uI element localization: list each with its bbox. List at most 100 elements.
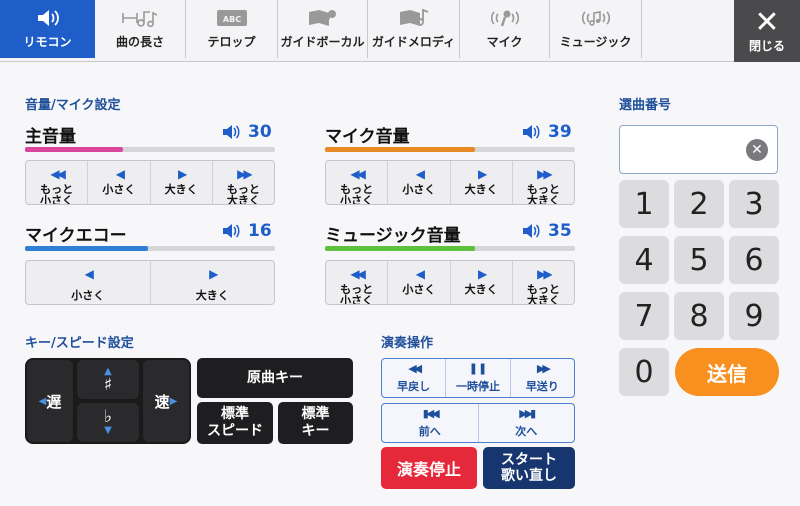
skip-back-icon: ▮◀◀ xyxy=(422,407,440,420)
numkey-6[interactable]: 6 xyxy=(729,236,779,284)
song-number-title: 選曲番号 xyxy=(619,98,672,113)
speaker-icon xyxy=(523,224,540,238)
left-arrow-icon: ◀ xyxy=(38,395,47,407)
mic-echo-down-button[interactable]: ◀ 小さく xyxy=(26,261,151,304)
guide-vocal-icon xyxy=(307,7,339,29)
double-right-arrow-icon: ▶▶ xyxy=(237,167,253,181)
mic-volume-value: 39 xyxy=(548,122,572,142)
rewind-button[interactable]: ◀◀ 早戻し xyxy=(382,359,447,397)
left-arrow-icon: ◀ xyxy=(84,267,94,281)
tab-remocon[interactable]: リモコン xyxy=(0,0,95,58)
tab-guide-vocal[interactable]: ガイドボーカル xyxy=(278,0,368,58)
pause-button[interactable]: ❚❚ 一時停止 xyxy=(446,359,511,397)
standard-key-button[interactable]: 標準 キー xyxy=(278,402,353,444)
music-volume-up-button[interactable]: ▶ 大きく xyxy=(451,261,513,304)
tab-music[interactable]: ミュージック xyxy=(550,0,642,58)
tab-guide-melody[interactable]: ガイドメロディ xyxy=(368,0,460,58)
left-arrow-icon: ◀ xyxy=(415,267,425,281)
mic-volume-value-wrap: 39 xyxy=(522,122,572,142)
numkey-3[interactable]: 3 xyxy=(729,180,779,228)
close-button[interactable]: ✕ 閉じる xyxy=(734,0,800,62)
send-button[interactable]: 送信 xyxy=(675,348,779,396)
music-volume-fill xyxy=(325,246,475,251)
telop-icon: ABC xyxy=(215,7,249,29)
fast-forward-button[interactable]: ▶▶ 早送り xyxy=(511,359,574,397)
slow-button[interactable]: ◀ 遅 xyxy=(27,360,73,442)
double-left-arrow-icon: ◀◀ xyxy=(350,167,366,181)
music-icon xyxy=(579,7,613,29)
numkey-1[interactable]: 1 xyxy=(619,180,669,228)
top-tab-bar: リモコン 曲の長さ ABC テロップ ガイドボーカル ガイドメロディ マイク ミ… xyxy=(0,0,800,62)
mic-volume-label: マイク音量 xyxy=(325,127,410,147)
music-volume-more-up-button[interactable]: ▶▶ もっと 大きく xyxy=(513,261,574,304)
volume-section-title: 音量/マイク設定 xyxy=(25,98,121,113)
next-button[interactable]: ▶▶▮ 次へ xyxy=(479,404,575,442)
mic-volume-up-button[interactable]: ▶ 大きく xyxy=(451,161,513,204)
stop-performance-button[interactable]: 演奏停止 xyxy=(381,447,477,489)
mic-echo-label: マイクエコー xyxy=(25,226,127,246)
numkey-5[interactable]: 5 xyxy=(674,236,724,284)
main-volume-buttons: ◀◀ もっと 小さく ◀ 小さく ▶ 大きく ▶▶ もっと 大きく xyxy=(25,160,275,205)
song-number-input[interactable]: ✕ xyxy=(619,125,778,174)
numkey-8[interactable]: 8 xyxy=(674,292,724,340)
svg-text:ABC: ABC xyxy=(222,15,240,24)
mic-echo-bar xyxy=(25,246,275,251)
track-nav-buttons: ▮◀◀ 前へ ▶▶▮ 次へ xyxy=(381,403,575,443)
key-flat-button[interactable]: ♭ ▼ xyxy=(77,403,139,442)
mic-volume-down-button[interactable]: ◀ 小さく xyxy=(388,161,451,204)
previous-button[interactable]: ▮◀◀ 前へ xyxy=(382,404,479,442)
right-arrow-icon: ▶ xyxy=(209,267,218,281)
transport-buttons: ◀◀ 早戻し ❚❚ 一時停止 ▶▶ 早送り xyxy=(381,358,575,398)
original-key-button[interactable]: 原曲キー xyxy=(197,358,353,398)
numkey-0[interactable]: 0 xyxy=(619,348,669,396)
note-length-icon xyxy=(120,7,160,29)
skip-forward-icon: ▶▶▮ xyxy=(519,407,536,420)
main-volume-down-button[interactable]: ◀ 小さく xyxy=(88,161,151,204)
main-volume-label: 主音量 xyxy=(25,127,76,147)
main-volume-more-up-button[interactable]: ▶▶ もっと 大きく xyxy=(213,161,274,204)
music-volume-value: 35 xyxy=(548,221,572,241)
main-volume-more-down-button[interactable]: ◀◀ もっと 小さく xyxy=(26,161,89,204)
tab-song-length[interactable]: 曲の長さ xyxy=(95,0,186,58)
mic-volume-fill xyxy=(325,147,475,152)
key-sharp-button[interactable]: ▲ ♯ xyxy=(77,360,139,399)
music-volume-value-wrap: 35 xyxy=(522,221,572,241)
guide-melody-icon xyxy=(398,7,430,29)
music-volume-down-button[interactable]: ◀ 小さく xyxy=(388,261,451,304)
fast-forward-icon: ▶▶ xyxy=(536,362,551,375)
restart-song-button[interactable]: スタート 歌い直し xyxy=(483,447,575,489)
numkey-2[interactable]: 2 xyxy=(674,180,724,228)
mic-volume-more-down-button[interactable]: ◀◀ もっと 小さく xyxy=(326,161,389,204)
numkey-4[interactable]: 4 xyxy=(619,236,669,284)
main-volume-value-wrap: 30 xyxy=(222,122,272,142)
mic-echo-buttons: ◀ 小さく ▶ 大きく xyxy=(25,260,275,305)
music-volume-bar xyxy=(325,246,575,251)
right-arrow-icon: ▶ xyxy=(478,167,487,181)
mic-echo-up-button[interactable]: ▶ 大きく xyxy=(151,261,275,304)
double-left-arrow-icon: ◀◀ xyxy=(350,267,366,281)
standard-speed-button[interactable]: 標準 スピード xyxy=(197,402,273,444)
rewind-icon: ◀◀ xyxy=(408,362,422,375)
numkey-7[interactable]: 7 xyxy=(619,292,669,340)
main-volume-value: 30 xyxy=(248,122,272,142)
numkey-9[interactable]: 9 xyxy=(729,292,779,340)
main-volume-up-button[interactable]: ▶ 大きく xyxy=(151,161,213,204)
fast-button[interactable]: 速 ▶ xyxy=(143,360,189,442)
left-arrow-icon: ◀ xyxy=(415,167,425,181)
mic-volume-more-up-button[interactable]: ▶▶ もっと 大きく xyxy=(513,161,574,204)
music-volume-more-down-button[interactable]: ◀◀ もっと 小さく xyxy=(326,261,389,304)
double-left-arrow-icon: ◀◀ xyxy=(50,167,66,181)
close-icon: ✕ xyxy=(754,4,780,40)
main-volume-bar xyxy=(25,147,275,152)
speaker-icon xyxy=(223,125,240,139)
key-speed-section-title: キー/スピード設定 xyxy=(25,336,134,351)
right-arrow-icon: ▶ xyxy=(178,167,187,181)
tab-mic[interactable]: マイク xyxy=(460,0,550,58)
key-speed-pad: ◀ 遅 ▲ ♯ ♭ ▼ 速 ▶ xyxy=(25,358,191,444)
double-right-arrow-icon: ▶▶ xyxy=(537,167,553,181)
mic-volume-buttons: ◀◀ もっと 小さく ◀ 小さく ▶ 大きく ▶▶ もっと 大きく xyxy=(325,160,575,205)
speaker-icon xyxy=(523,125,540,139)
tab-telop[interactable]: ABC テロップ xyxy=(186,0,278,58)
clear-icon[interactable]: ✕ xyxy=(746,139,768,161)
left-arrow-icon: ◀ xyxy=(115,167,125,181)
